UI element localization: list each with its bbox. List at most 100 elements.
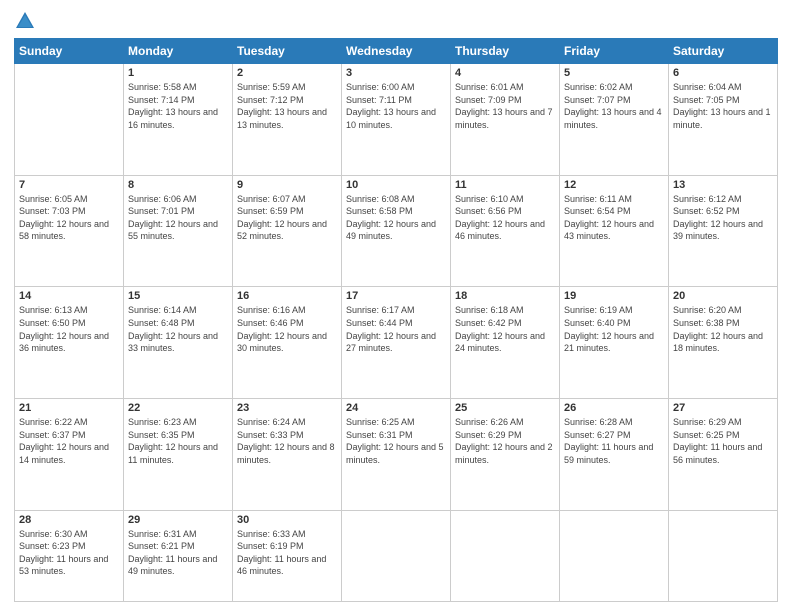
col-header-friday: Friday: [560, 39, 669, 64]
calendar-cell: 21 Sunrise: 6:22 AM Sunset: 6:37 PM Dayli…: [15, 398, 124, 510]
day-info: Sunrise: 6:31 AM Sunset: 6:21 PM Dayligh…: [128, 528, 228, 578]
day-number: 29: [128, 514, 228, 526]
day-info: Sunrise: 6:26 AM Sunset: 6:29 PM Dayligh…: [455, 416, 555, 466]
day-number: 25: [455, 402, 555, 414]
day-info: Sunrise: 6:25 AM Sunset: 6:31 PM Dayligh…: [346, 416, 446, 466]
day-number: 1: [128, 67, 228, 79]
week-row-0: 1 Sunrise: 5:58 AM Sunset: 7:14 PM Daylig…: [15, 64, 778, 176]
calendar-cell: 26 Sunrise: 6:28 AM Sunset: 6:27 PM Dayli…: [560, 398, 669, 510]
calendar-cell: [15, 64, 124, 176]
calendar-cell: 22 Sunrise: 6:23 AM Sunset: 6:35 PM Dayli…: [124, 398, 233, 510]
calendar-cell: [451, 510, 560, 601]
day-info: Sunrise: 6:11 AM Sunset: 6:54 PM Dayligh…: [564, 193, 664, 243]
col-header-sunday: Sunday: [15, 39, 124, 64]
page: SundayMondayTuesdayWednesdayThursdayFrid…: [0, 0, 792, 612]
week-row-1: 7 Sunrise: 6:05 AM Sunset: 7:03 PM Daylig…: [15, 175, 778, 287]
day-number: 28: [19, 514, 119, 526]
day-info: Sunrise: 6:29 AM Sunset: 6:25 PM Dayligh…: [673, 416, 773, 466]
col-header-saturday: Saturday: [669, 39, 778, 64]
day-info: Sunrise: 6:22 AM Sunset: 6:37 PM Dayligh…: [19, 416, 119, 466]
day-info: Sunrise: 6:01 AM Sunset: 7:09 PM Dayligh…: [455, 81, 555, 131]
header: [14, 10, 778, 32]
calendar-cell: 20 Sunrise: 6:20 AM Sunset: 6:38 PM Dayli…: [669, 287, 778, 399]
day-info: Sunrise: 6:04 AM Sunset: 7:05 PM Dayligh…: [673, 81, 773, 131]
col-header-thursday: Thursday: [451, 39, 560, 64]
logo: [14, 10, 40, 32]
week-row-4: 28 Sunrise: 6:30 AM Sunset: 6:23 PM Dayli…: [15, 510, 778, 601]
calendar-cell: 27Sunrise: 6:29 AM Sunset: 6:25 PM Dayli…: [669, 398, 778, 510]
calendar-cell: 4 Sunrise: 6:01 AM Sunset: 7:09 PM Daylig…: [451, 64, 560, 176]
day-info: Sunrise: 6:05 AM Sunset: 7:03 PM Dayligh…: [19, 193, 119, 243]
calendar-cell: 8 Sunrise: 6:06 AM Sunset: 7:01 PM Daylig…: [124, 175, 233, 287]
calendar-cell: 15Sunrise: 6:14 AM Sunset: 6:48 PM Dayli…: [124, 287, 233, 399]
day-number: 26: [564, 402, 664, 414]
calendar-cell: 1 Sunrise: 5:58 AM Sunset: 7:14 PM Daylig…: [124, 64, 233, 176]
day-number: 15: [128, 290, 228, 302]
day-info: Sunrise: 5:59 AM Sunset: 7:12 PM Dayligh…: [237, 81, 337, 131]
day-info: Sunrise: 6:08 AM Sunset: 6:58 PM Dayligh…: [346, 193, 446, 243]
calendar-cell: 9 Sunrise: 6:07 AM Sunset: 6:59 PM Daylig…: [233, 175, 342, 287]
calendar-cell: 17Sunrise: 6:17 AM Sunset: 6:44 PM Dayli…: [342, 287, 451, 399]
day-number: 13: [673, 179, 773, 191]
day-number: 24: [346, 402, 446, 414]
calendar-cell: 24 Sunrise: 6:25 AM Sunset: 6:31 PM Dayli…: [342, 398, 451, 510]
day-info: Sunrise: 6:33 AM Sunset: 6:19 PM Dayligh…: [237, 528, 337, 578]
day-info: Sunrise: 6:30 AM Sunset: 6:23 PM Dayligh…: [19, 528, 119, 578]
day-number: 19: [564, 290, 664, 302]
calendar-cell: 3Sunrise: 6:00 AM Sunset: 7:11 PM Daylig…: [342, 64, 451, 176]
calendar-cell: 14 Sunrise: 6:13 AM Sunset: 6:50 PM Dayli…: [15, 287, 124, 399]
day-info: Sunrise: 6:17 AM Sunset: 6:44 PM Dayligh…: [346, 304, 446, 354]
day-number: 7: [19, 179, 119, 191]
day-number: 21: [19, 402, 119, 414]
day-number: 14: [19, 290, 119, 302]
day-info: Sunrise: 6:06 AM Sunset: 7:01 PM Dayligh…: [128, 193, 228, 243]
calendar-cell: [560, 510, 669, 601]
calendar-cell: 18Sunrise: 6:18 AM Sunset: 6:42 PM Dayli…: [451, 287, 560, 399]
day-info: Sunrise: 6:10 AM Sunset: 6:56 PM Dayligh…: [455, 193, 555, 243]
col-header-monday: Monday: [124, 39, 233, 64]
day-info: Sunrise: 6:23 AM Sunset: 6:35 PM Dayligh…: [128, 416, 228, 466]
day-info: Sunrise: 5:58 AM Sunset: 7:14 PM Dayligh…: [128, 81, 228, 131]
calendar-cell: 7 Sunrise: 6:05 AM Sunset: 7:03 PM Daylig…: [15, 175, 124, 287]
calendar-cell: 6 Sunrise: 6:04 AM Sunset: 7:05 PM Daylig…: [669, 64, 778, 176]
col-header-tuesday: Tuesday: [233, 39, 342, 64]
calendar-cell: 29 Sunrise: 6:31 AM Sunset: 6:21 PM Dayli…: [124, 510, 233, 601]
header-row: SundayMondayTuesdayWednesdayThursdayFrid…: [15, 39, 778, 64]
calendar-cell: 12 Sunrise: 6:11 AM Sunset: 6:54 PM Dayli…: [560, 175, 669, 287]
day-number: 23: [237, 402, 337, 414]
calendar-cell: 16 Sunrise: 6:16 AM Sunset: 6:46 PM Dayli…: [233, 287, 342, 399]
day-number: 12: [564, 179, 664, 191]
calendar-cell: 13Sunrise: 6:12 AM Sunset: 6:52 PM Dayli…: [669, 175, 778, 287]
day-number: 20: [673, 290, 773, 302]
day-number: 3: [346, 67, 446, 79]
day-number: 9: [237, 179, 337, 191]
day-number: 11: [455, 179, 555, 191]
week-row-3: 21 Sunrise: 6:22 AM Sunset: 6:37 PM Dayli…: [15, 398, 778, 510]
week-row-2: 14 Sunrise: 6:13 AM Sunset: 6:50 PM Dayli…: [15, 287, 778, 399]
calendar-cell: 11 Sunrise: 6:10 AM Sunset: 6:56 PM Dayli…: [451, 175, 560, 287]
day-info: Sunrise: 6:24 AM Sunset: 6:33 PM Dayligh…: [237, 416, 337, 466]
calendar-cell: 10 Sunrise: 6:08 AM Sunset: 6:58 PM Dayli…: [342, 175, 451, 287]
calendar-cell: 19Sunrise: 6:19 AM Sunset: 6:40 PM Dayli…: [560, 287, 669, 399]
day-info: Sunrise: 6:20 AM Sunset: 6:38 PM Dayligh…: [673, 304, 773, 354]
calendar-table: SundayMondayTuesdayWednesdayThursdayFrid…: [14, 38, 778, 602]
day-info: Sunrise: 6:16 AM Sunset: 6:46 PM Dayligh…: [237, 304, 337, 354]
calendar-cell: 28 Sunrise: 6:30 AM Sunset: 6:23 PM Dayli…: [15, 510, 124, 601]
day-number: 22: [128, 402, 228, 414]
day-number: 4: [455, 67, 555, 79]
day-number: 5: [564, 67, 664, 79]
day-info: Sunrise: 6:28 AM Sunset: 6:27 PM Dayligh…: [564, 416, 664, 466]
day-info: Sunrise: 6:13 AM Sunset: 6:50 PM Dayligh…: [19, 304, 119, 354]
calendar-cell: 2 Sunrise: 5:59 AM Sunset: 7:12 PM Daylig…: [233, 64, 342, 176]
calendar-cell: 25 Sunrise: 6:26 AM Sunset: 6:29 PM Dayli…: [451, 398, 560, 510]
day-info: Sunrise: 6:07 AM Sunset: 6:59 PM Dayligh…: [237, 193, 337, 243]
day-number: 8: [128, 179, 228, 191]
day-info: Sunrise: 6:02 AM Sunset: 7:07 PM Dayligh…: [564, 81, 664, 131]
day-number: 6: [673, 67, 773, 79]
day-number: 2: [237, 67, 337, 79]
calendar-cell: [669, 510, 778, 601]
day-number: 16: [237, 290, 337, 302]
calendar-cell: [342, 510, 451, 601]
day-number: 10: [346, 179, 446, 191]
logo-icon: [14, 10, 36, 32]
